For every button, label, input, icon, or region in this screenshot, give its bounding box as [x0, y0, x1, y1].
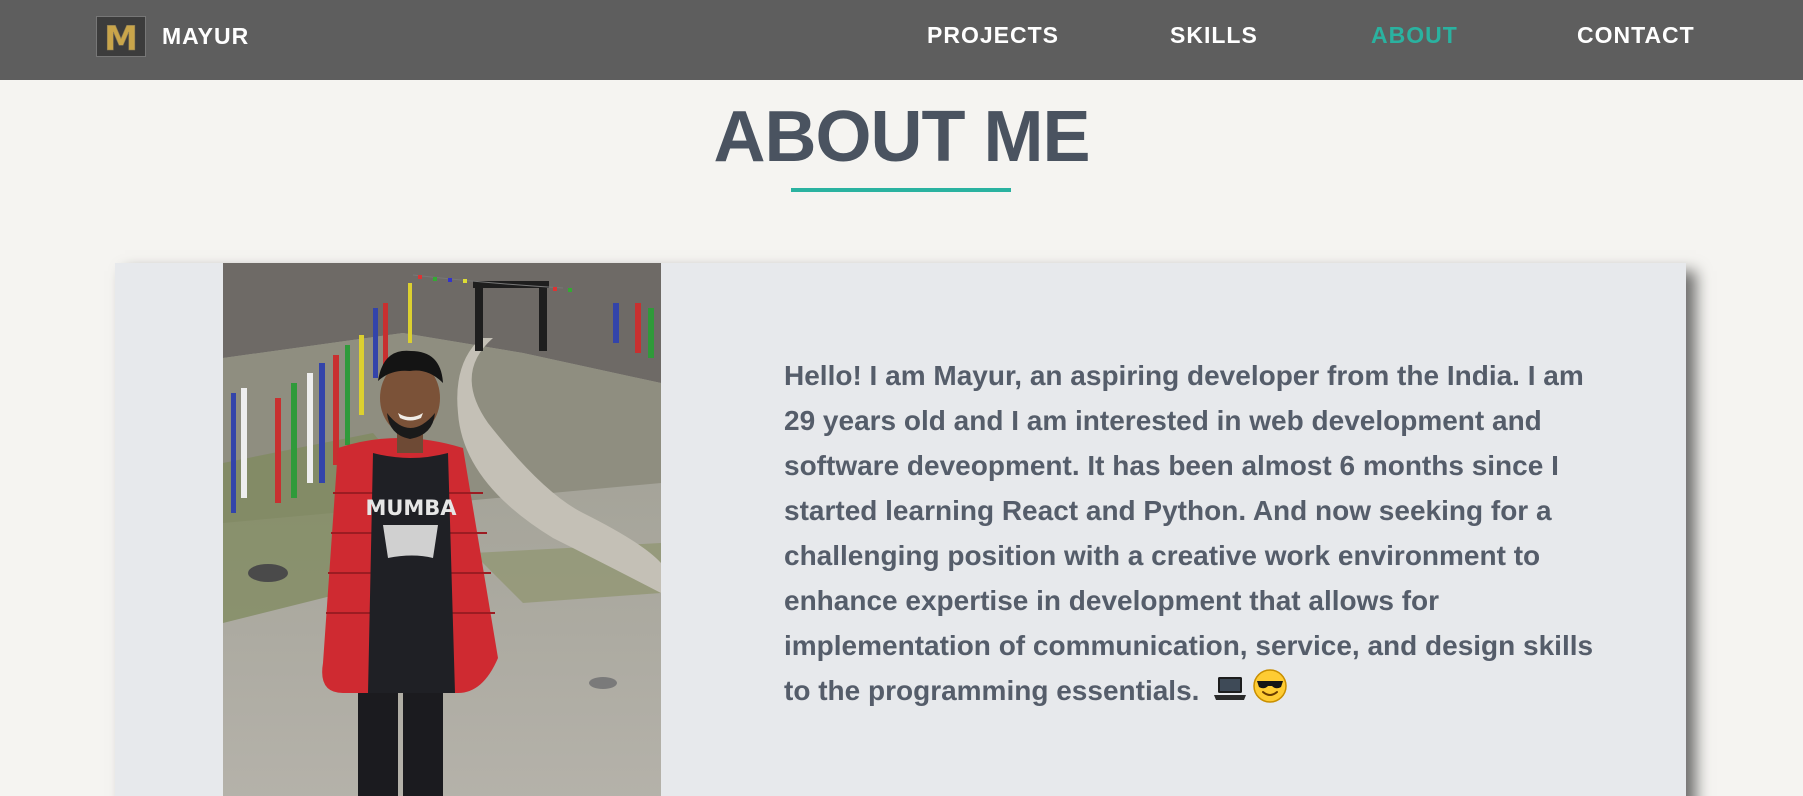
about-bio: Hello! I am Mayur, an aspiring developer… — [784, 353, 1594, 716]
about-bio-text: Hello! I am Mayur, an aspiring developer… — [784, 360, 1594, 706]
logo-letter: M — [104, 20, 138, 54]
section-title: ABOUT ME — [713, 97, 1091, 177]
title-underline — [791, 188, 1011, 192]
nav-link-skills[interactable]: SKILLS — [1170, 22, 1258, 49]
logo-icon: M — [96, 16, 146, 57]
sunglasses-face-icon — [1253, 669, 1287, 716]
navbar: M MAYUR PROJECTS SKILLS ABOUT CONTACT — [0, 0, 1803, 80]
laptop-icon — [1213, 670, 1247, 715]
about-card: MUMBA Hello! I am Mayur, an aspiring dev… — [115, 263, 1686, 796]
nav-link-projects[interactable]: PROJECTS — [927, 22, 1059, 49]
brand-link[interactable]: M MAYUR — [96, 16, 249, 57]
nav-link-about[interactable]: ABOUT — [1371, 22, 1458, 49]
shirt-text: MUMBA — [365, 496, 457, 520]
brand-name: MAYUR — [162, 23, 250, 49]
profile-photo: MUMBA — [223, 263, 661, 796]
nav-link-contact[interactable]: CONTACT — [1577, 22, 1695, 49]
